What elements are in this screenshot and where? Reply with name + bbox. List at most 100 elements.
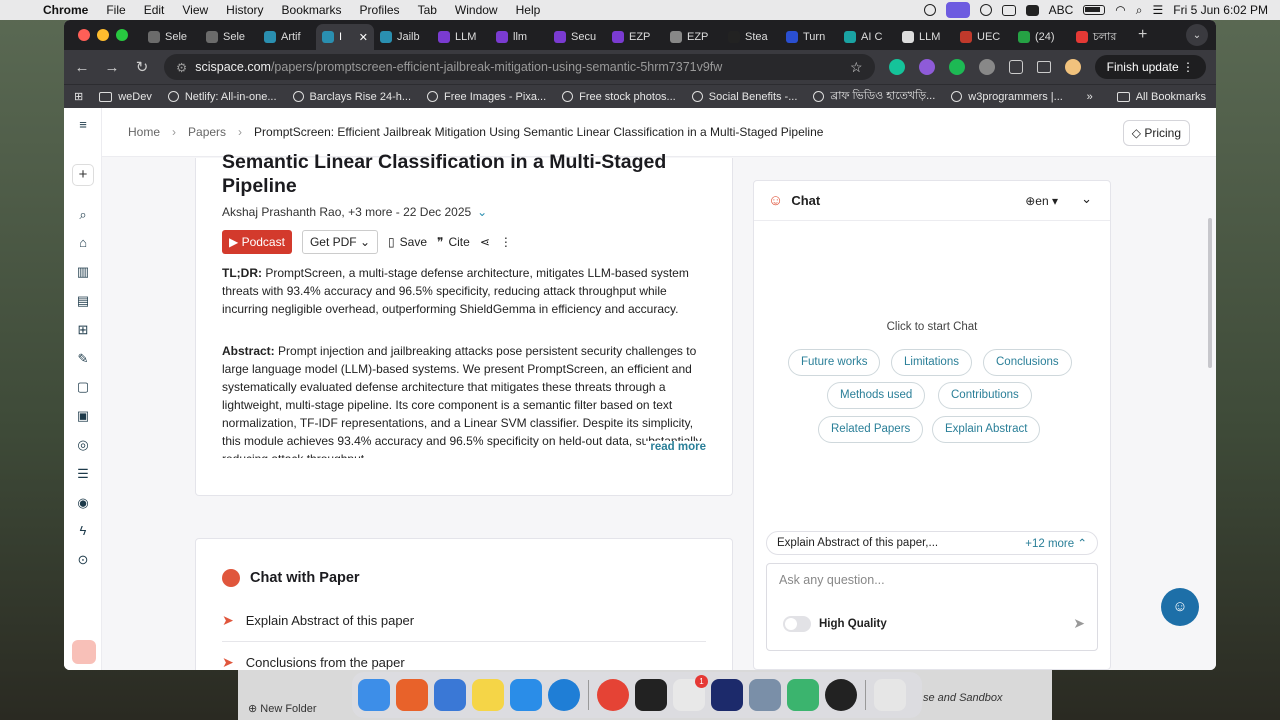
user-avatar[interactable] xyxy=(72,640,96,664)
bookmark-w3programmers[interactable]: w3programmers |... xyxy=(951,91,1063,103)
chevron-down-icon[interactable]: ⌄ xyxy=(1081,191,1092,207)
prompt-conclusions[interactable]: ➤ Conclusions from the paper xyxy=(222,654,706,670)
chip-conclusions[interactable]: Conclusions xyxy=(983,349,1072,376)
suggestion-bar[interactable]: Explain Abstract of this paper,... +12 m… xyxy=(766,531,1098,555)
browser-tab[interactable]: LLM xyxy=(432,24,490,50)
high-quality-toggle[interactable] xyxy=(783,616,811,632)
bookmark-wedev[interactable]: weDev xyxy=(99,91,152,103)
menu-file[interactable]: File xyxy=(97,3,134,17)
browser-tab[interactable]: চলার xyxy=(1070,24,1128,50)
search-icon[interactable]: ⌕ xyxy=(76,208,90,222)
chip-future-works[interactable]: Future works xyxy=(788,349,881,376)
extension-feather-icon[interactable] xyxy=(918,59,935,75)
chip-explain-abstract[interactable]: Explain Abstract xyxy=(932,416,1041,443)
new-button[interactable]: + xyxy=(72,164,94,186)
search-icon[interactable]: ⌕ xyxy=(1136,3,1143,18)
bookmark-stock-photos[interactable]: Free stock photos... xyxy=(562,91,676,103)
browser-tab[interactable]: Stea xyxy=(722,24,780,50)
browser-tab[interactable]: Turn xyxy=(780,24,838,50)
forward-icon[interactable]: → xyxy=(104,59,120,76)
finish-update-button[interactable]: Finish update ⋮ xyxy=(1094,55,1206,79)
send-icon[interactable]: ➤ xyxy=(1073,615,1085,632)
extension-green-icon[interactable] xyxy=(948,59,965,75)
safari-icon[interactable] xyxy=(548,679,580,711)
clock[interactable]: Fri 5 Jun 6:02 PM xyxy=(1173,3,1268,17)
chat-icon[interactable]: ▢ xyxy=(76,380,90,394)
menu-history[interactable]: History xyxy=(217,3,272,17)
pricing-button[interactable]: ◇ Pricing xyxy=(1122,120,1190,146)
tab-search-icon[interactable]: ⌄ xyxy=(1186,24,1208,46)
back-icon[interactable]: ← xyxy=(74,59,90,76)
terminal-icon[interactable] xyxy=(635,679,667,711)
language-select[interactable]: ⊕en ▾ xyxy=(1025,194,1058,208)
menu-app[interactable]: Chrome xyxy=(34,3,97,17)
cite-button[interactable]: ❞ Cite xyxy=(437,235,470,249)
browser-tab[interactable]: llm xyxy=(490,24,548,50)
chatgpt-icon[interactable] xyxy=(787,679,819,711)
bookmark-barclays[interactable]: Barclays Rise 24-h... xyxy=(292,91,411,103)
all-bookmarks[interactable]: » All Bookmarks xyxy=(1087,91,1206,103)
bookmark-social-benefits[interactable]: Social Benefits -... xyxy=(691,91,797,103)
menu-edit[interactable]: Edit xyxy=(135,3,174,17)
home-icon[interactable]: ⌂ xyxy=(76,236,90,250)
chrome-icon[interactable] xyxy=(597,679,629,711)
close-window-icon[interactable] xyxy=(78,29,90,41)
apps-grid-icon[interactable]: ⊞ xyxy=(74,90,83,103)
overflow-chevron-icon[interactable]: » xyxy=(1087,91,1093,103)
notes-icon[interactable] xyxy=(472,679,504,711)
reading-list-icon[interactable] xyxy=(1036,61,1051,73)
zoom-window-icon[interactable] xyxy=(116,29,128,41)
play-icon[interactable] xyxy=(979,4,992,16)
chip-contributions[interactable]: Contributions xyxy=(938,382,1032,409)
menu-profiles[interactable]: Profiles xyxy=(351,3,409,17)
input-source[interactable]: ABC xyxy=(1049,3,1074,17)
menu-window[interactable]: Window xyxy=(446,3,507,17)
chip-limitations[interactable]: Limitations xyxy=(891,349,972,376)
wifi-icon[interactable]: ◠ xyxy=(1115,3,1125,17)
control-center-icon[interactable]: ☰ xyxy=(1153,3,1164,17)
click-to-start[interactable]: Click to start Chat xyxy=(754,321,1110,333)
menu-icon[interactable]: ≡ xyxy=(76,118,90,132)
launchpad-icon[interactable] xyxy=(396,679,428,711)
zoom-search-icon[interactable]: ⊙ xyxy=(76,553,90,567)
browser-tab[interactable]: I ✕ xyxy=(316,24,374,50)
browser-tab[interactable]: UEC xyxy=(954,24,1012,50)
new-folder-button[interactable]: ⊕ New Folder xyxy=(248,702,317,715)
share-icon[interactable]: ⋖ xyxy=(480,235,490,249)
new-tab-icon[interactable]: + xyxy=(1128,26,1157,44)
browser-tab[interactable]: EZP xyxy=(606,24,664,50)
browser-tab[interactable]: (24) xyxy=(1012,24,1070,50)
prompt-explain-abstract[interactable]: ➤ Explain Abstract of this paper xyxy=(222,612,706,629)
bookmark-bangla[interactable]: ব্রাফ ভিডিও হাতেখড়ি... xyxy=(813,87,935,106)
preview-icon[interactable] xyxy=(749,679,781,711)
more-icon[interactable]: ⋮ xyxy=(500,235,512,249)
address-bar[interactable]: ⚙ scispace.com/papers/promptscreen-effic… xyxy=(164,54,875,80)
support-chat-icon[interactable]: ☺ xyxy=(1161,588,1199,626)
apps-icon[interactable]: ⊞ xyxy=(76,323,90,337)
agent-icon[interactable]: ◎ xyxy=(76,438,90,452)
browser-tab[interactable]: Secu xyxy=(548,24,606,50)
review-icon[interactable]: ▣ xyxy=(76,409,90,423)
browser-tab[interactable]: Sele xyxy=(200,24,258,50)
close-tab-icon[interactable]: ✕ xyxy=(359,31,368,44)
app-store-icon[interactable] xyxy=(510,679,542,711)
vectorize-icon[interactable] xyxy=(711,679,743,711)
screen-share-icon[interactable] xyxy=(945,2,970,18)
extension-globe-icon[interactable] xyxy=(978,59,995,75)
save-button[interactable]: ▯ Save xyxy=(388,235,427,249)
breadcrumb-papers[interactable]: Papers xyxy=(188,125,226,139)
list-icon[interactable]: ☰ xyxy=(76,467,90,481)
browser-tab[interactable]: LLM xyxy=(896,24,954,50)
menu-view[interactable]: View xyxy=(173,3,217,17)
reload-icon[interactable]: ↻ xyxy=(134,58,150,76)
chevron-down-icon[interactable]: ⌄ xyxy=(477,205,487,219)
record-icon[interactable] xyxy=(923,4,936,16)
ai-detector-icon[interactable]: ◉ xyxy=(76,496,90,510)
menu-help[interactable]: Help xyxy=(507,3,550,17)
chip-related-papers[interactable]: Related Papers xyxy=(818,416,924,443)
battery-icon[interactable] xyxy=(1083,5,1106,15)
paper-authors[interactable]: Akshaj Prashanth Rao, +3 more xyxy=(222,205,392,219)
grammarly-extension-icon[interactable] xyxy=(888,59,905,75)
menu-tab[interactable]: Tab xyxy=(409,3,446,17)
keyboard-a-icon[interactable] xyxy=(1025,4,1039,16)
